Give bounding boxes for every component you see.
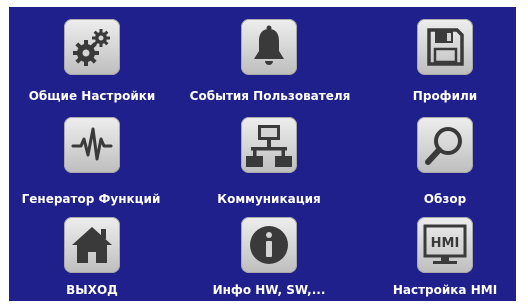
menu-item-overview[interactable]: Обзор [377,112,516,207]
menu-item-communication[interactable]: Коммуникация [179,112,349,207]
menu-item-label: Генератор Функций [21,192,161,206]
menu-item-hmi-settings[interactable]: HMI Настройка HMI [377,207,516,301]
info-icon [241,217,297,273]
main-menu-panel: Общие Настройки События Пользователя Про… [9,7,516,301]
menu-item-label: Профили [412,89,478,103]
menu-item-function-generator[interactable]: Генератор Функций [9,112,179,207]
menu-item-general-settings[interactable]: Общие Настройки [9,7,179,112]
menu-item-exit[interactable]: ВЫХОД [9,207,179,301]
menu-item-label: Обзор [423,192,467,206]
menu-item-info[interactable]: Инфо HW, SW,... [179,207,349,301]
bell-icon [241,19,297,75]
magnifier-icon [417,117,473,173]
gears-icon [64,19,120,75]
menu-item-user-events[interactable]: События Пользователя [179,7,351,112]
menu-item-label: Инфо HW, SW,... [212,283,326,297]
hmi-icon-text: HMI [431,236,460,251]
menu-item-label: Коммуникация [217,192,321,206]
home-icon [64,217,120,273]
waveform-icon [64,117,120,173]
device-screen: Общие Настройки События Пользователя Про… [0,0,528,307]
menu-item-profiles[interactable]: Профили [377,7,516,112]
floppy-disk-icon [417,19,473,75]
hmi-icon: HMI [417,217,473,273]
network-icon [241,117,297,173]
menu-item-label: События Пользователя [189,89,351,103]
menu-item-label: ВЫХОД [66,283,118,297]
menu-item-label: Настройка HMI [392,283,498,297]
menu-item-label: Общие Настройки [28,89,156,103]
